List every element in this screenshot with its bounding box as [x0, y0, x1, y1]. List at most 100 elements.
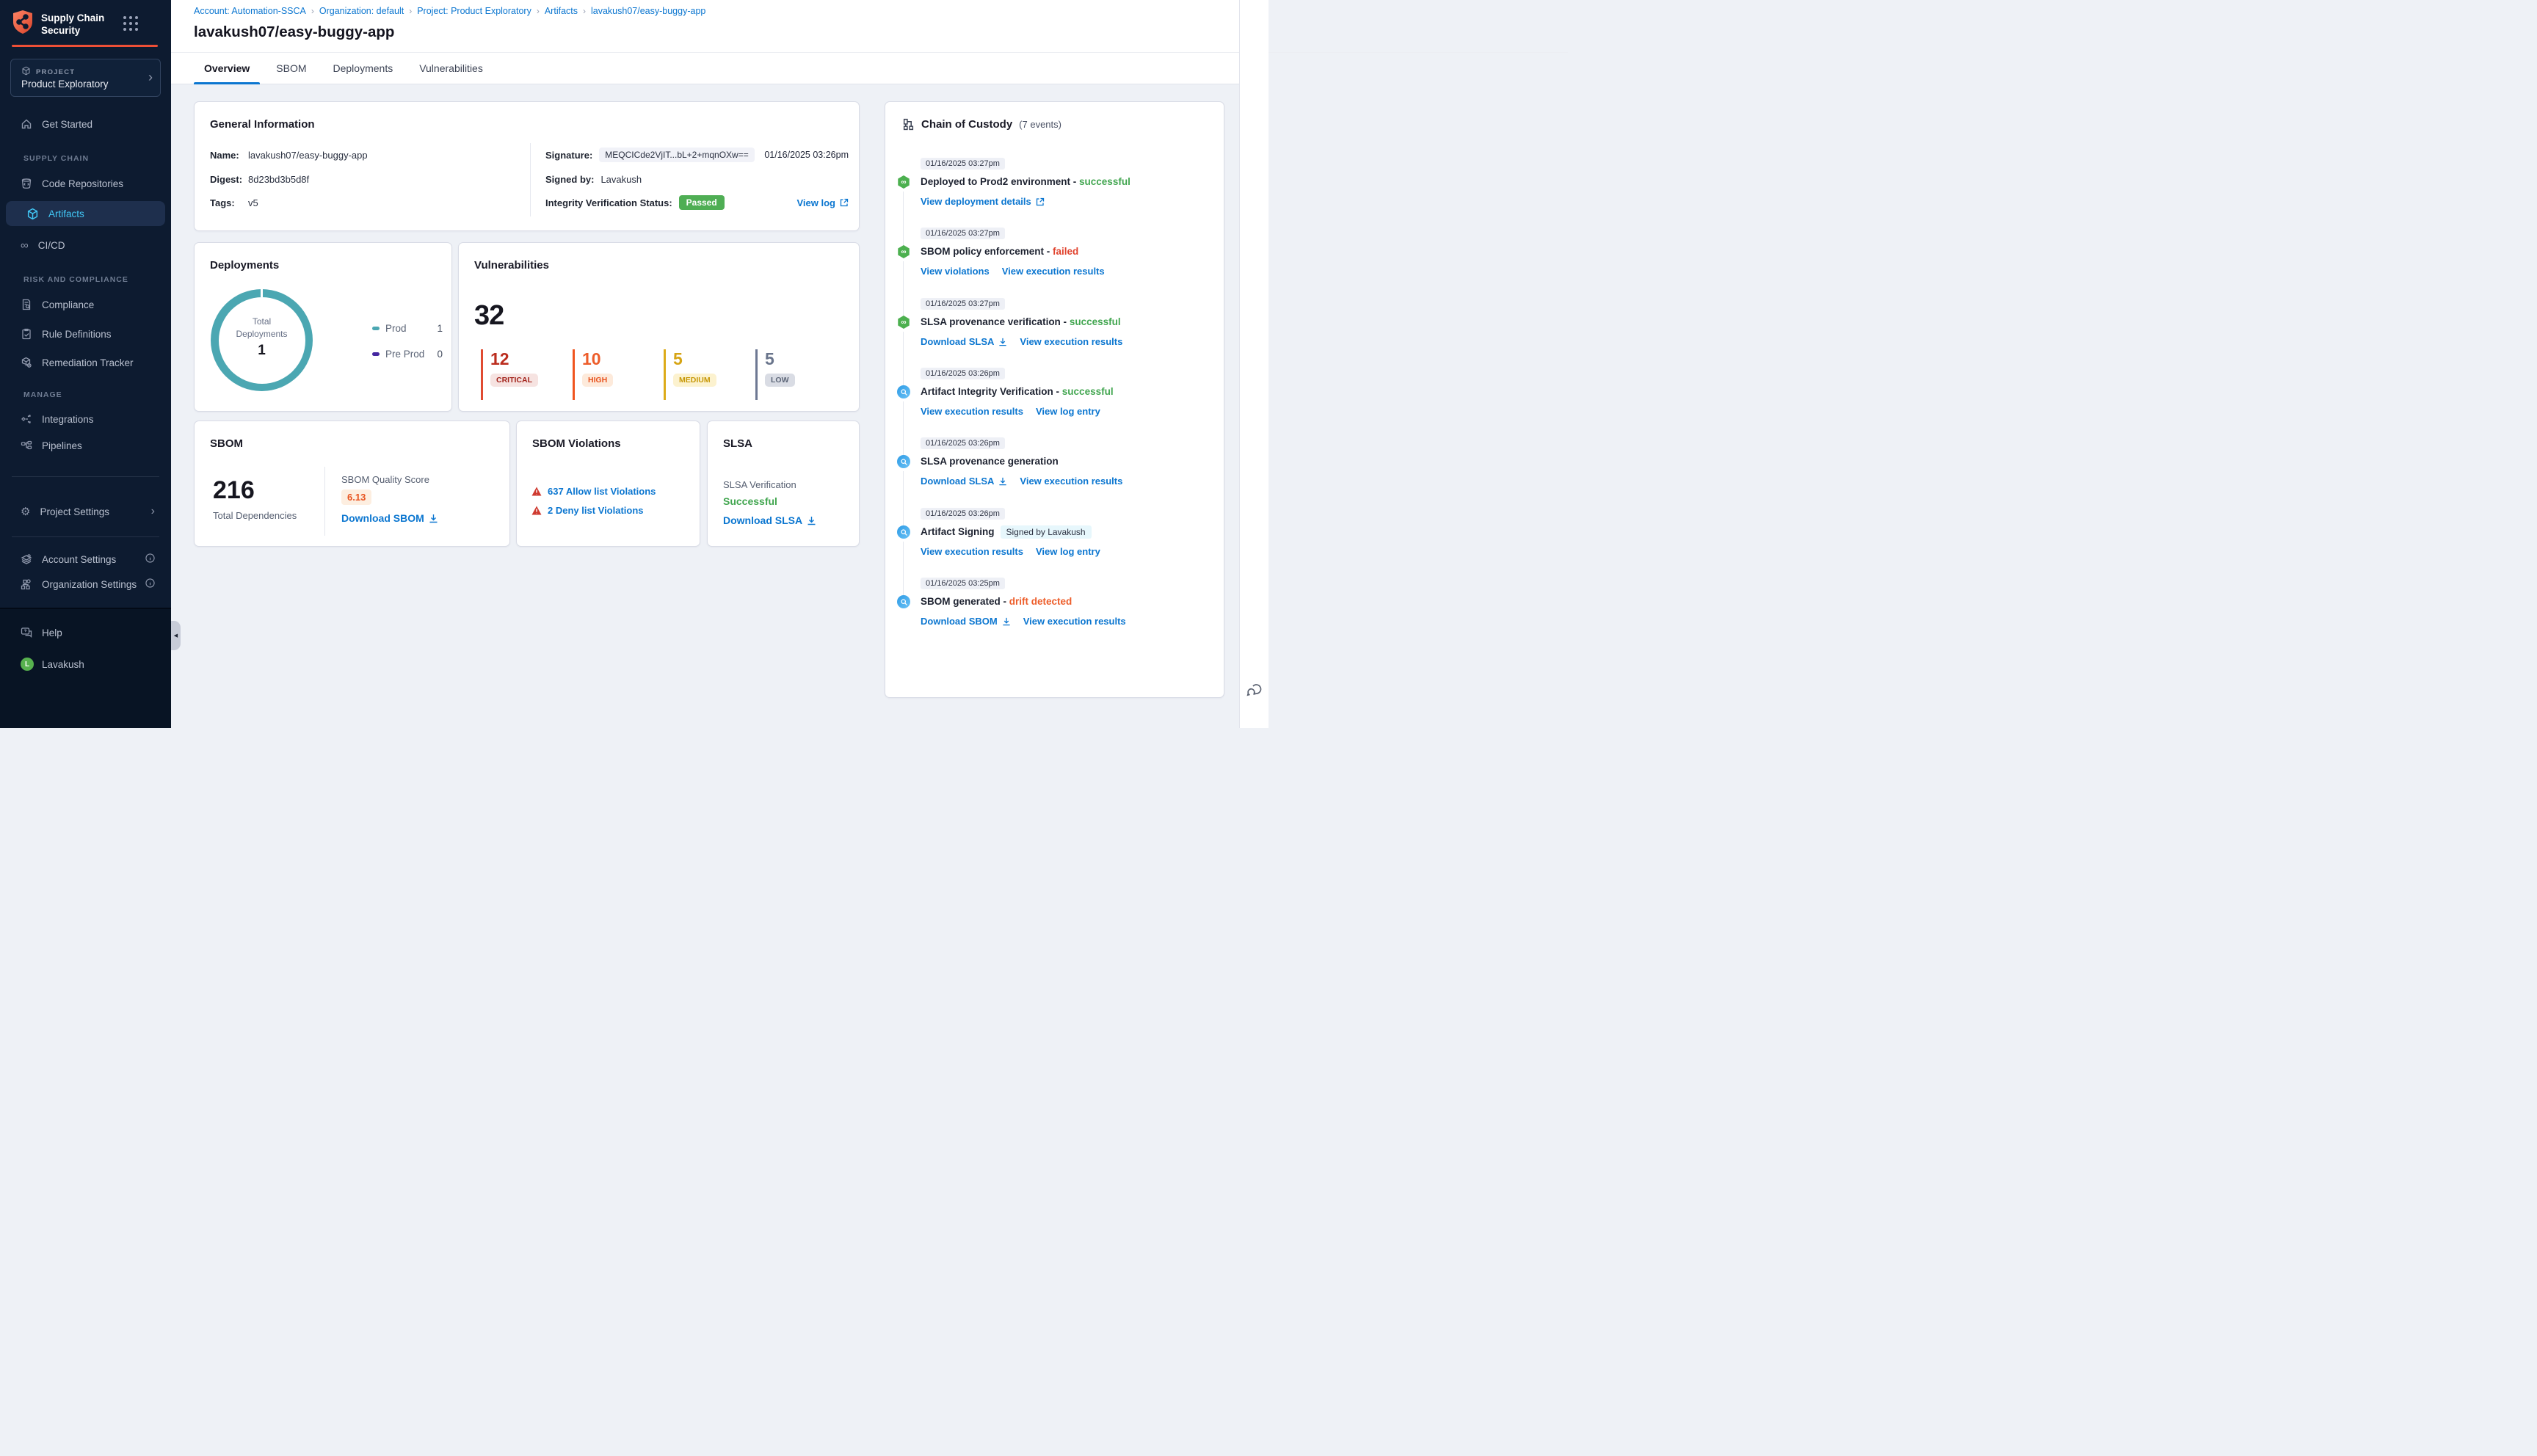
info-icon [145, 553, 155, 565]
sidebar-item-pipelines[interactable]: Pipelines [0, 433, 171, 458]
download-slsa-link[interactable]: Download SLSA [921, 476, 1007, 487]
view-execution-results-link[interactable]: View execution results [1020, 336, 1122, 347]
event-timestamp: 01/16/2025 03:27pm [921, 228, 1005, 239]
signed-by-value: Lavakush [600, 173, 642, 185]
download-icon [807, 516, 816, 525]
card-title: General Information [210, 118, 315, 131]
event-status: successful [1079, 176, 1130, 187]
sidebar-item-project-settings[interactable]: ⚙ Project Settings › [0, 499, 171, 524]
info-icon [145, 578, 155, 590]
download-icon [429, 514, 438, 523]
tab-overview[interactable]: Overview [194, 52, 261, 84]
tab-vulnerabilities[interactable]: Vulnerabilities [409, 52, 493, 84]
event-status: drift detected [1009, 596, 1072, 607]
chain-of-custody-title: Chain of Custody [921, 118, 1013, 131]
chevron-right-icon: › [150, 505, 155, 517]
deny-list-violations-link[interactable]: 2 Deny list Violations [548, 505, 644, 516]
event-timestamp: 01/16/2025 03:25pm [921, 578, 1005, 589]
breadcrumb-project[interactable]: Project: Product Exploratory [417, 6, 531, 16]
breadcrumb-artifacts[interactable]: Artifacts [545, 6, 578, 16]
download-sbom-link[interactable]: Download SBOM [341, 512, 438, 524]
external-link-icon [840, 198, 849, 207]
app-switcher-icon[interactable] [123, 16, 139, 32]
custody-event: 01/16/2025 03:25pm SBOM generated - drif… [885, 578, 1225, 647]
sidebar-item-help[interactable]: Help [0, 620, 171, 645]
integrity-status-label: Integrity Verification Status: [545, 197, 672, 208]
external-link-icon [1036, 197, 1044, 205]
sidebar-item-integrations[interactable]: Integrations [0, 407, 171, 432]
custody-event: 01/16/2025 03:26pm Artifact Signing Signe… [885, 508, 1225, 599]
user-menu[interactable]: L Lavakush [0, 652, 171, 677]
divider [12, 536, 159, 537]
download-slsa-link[interactable]: Download SLSA [723, 514, 816, 526]
download-icon [1003, 617, 1010, 625]
sidebar-collapse-handle[interactable]: ◀ [171, 621, 181, 650]
brand-accent-line [12, 45, 158, 47]
view-log-entry-link[interactable]: View log entry [1036, 546, 1100, 557]
view-violations-link[interactable]: View violations [921, 266, 990, 277]
view-execution-results-link[interactable]: View execution results [921, 406, 1023, 417]
gear-icon: ⚙ [21, 505, 31, 518]
download-slsa-link[interactable]: Download SLSA [921, 336, 1007, 347]
sidebar-item-rule-definitions[interactable]: Rule Definitions [0, 321, 171, 346]
divider [324, 467, 325, 536]
app-title: Supply Chain Security [41, 12, 105, 36]
legend-item-pre-prod: Pre Prod 0 [372, 347, 443, 360]
view-deployment-details-link[interactable]: View deployment details [921, 196, 1045, 207]
sidebar-item-code-repositories[interactable]: Code Repositories [0, 171, 171, 196]
tab-deployments[interactable]: Deployments [323, 52, 404, 84]
slsa-verification-label: SLSA Verification [723, 479, 796, 490]
sidebar-item-organization-settings[interactable]: Organization Settings [0, 572, 171, 597]
breadcrumb-artifact-name[interactable]: lavakush07/easy-buggy-app [591, 6, 705, 16]
custody-event: 01/16/2025 03:27pm ∞ Deployed to Prod2 e… [885, 158, 1225, 249]
event-status: successful [1069, 316, 1121, 327]
breadcrumb-account[interactable]: Account: Automation-SSCA [194, 6, 306, 16]
severity-low: 5 LOW [755, 349, 795, 400]
pipeline-icon: ∞ [898, 245, 910, 258]
sbom-total-label: Total Dependencies [213, 510, 297, 521]
sidebar-footer: Help L Lavakush [0, 608, 171, 728]
allow-list-violations-link[interactable]: 637 Allow list Violations [548, 486, 656, 497]
view-execution-results-link[interactable]: View execution results [1020, 476, 1122, 487]
signature-value-chip[interactable]: MEQCICde2VjIT...bL+2+mqnOXw== [599, 148, 755, 162]
event-timestamp: 01/16/2025 03:27pm [921, 158, 1005, 170]
package-icon [27, 208, 38, 219]
view-execution-results-link[interactable]: View execution results [1023, 616, 1126, 627]
slsa-verification-status: Successful [723, 495, 777, 507]
custody-event: 01/16/2025 03:27pm ∞ SLSA provenance ver… [885, 298, 1225, 389]
tab-sbom[interactable]: SBOM [266, 52, 316, 84]
breadcrumb-organization[interactable]: Organization: default [319, 6, 404, 16]
event-timestamp: 01/16/2025 03:26pm [921, 508, 1005, 520]
sidebar: Supply Chain Security PROJECT Product Ex… [0, 0, 171, 728]
tags-label: Tags: [210, 197, 235, 208]
severity-medium: 5 MEDIUM [664, 349, 716, 400]
event-timestamp: 01/16/2025 03:26pm [921, 368, 1005, 379]
signature-label: Signature: [545, 149, 593, 161]
cube-icon [21, 66, 31, 78]
event-timestamp: 01/16/2025 03:27pm [921, 298, 1005, 310]
sidebar-item-compliance[interactable]: Compliance [0, 292, 171, 317]
sidebar-item-remediation-tracker[interactable]: Remediation Tracker [0, 350, 171, 375]
scan-icon [897, 595, 910, 608]
donut-total-value: 1 [258, 343, 266, 358]
slsa-card: SLSA SLSA Verification Successful Downlo… [707, 421, 860, 547]
severity-high: 10 HIGH [573, 349, 614, 400]
sidebar-item-cicd[interactable]: ∞ CI/CD [0, 233, 171, 258]
vulnerabilities-card: Vulnerabilities 32 12 CRITICAL 10 HIGH 5… [458, 242, 860, 412]
sidebar-item-artifacts[interactable]: Artifacts [6, 201, 165, 226]
view-log-link[interactable]: View log [797, 197, 849, 208]
divider [530, 143, 531, 216]
sbom-quality-score-label: SBOM Quality Score [341, 474, 429, 485]
chain-of-custody-count: (7 events) [1019, 119, 1061, 130]
view-execution-results-link[interactable]: View execution results [921, 546, 1023, 557]
sidebar-item-account-settings[interactable]: Account Settings [0, 547, 171, 572]
sidebar-item-get-started[interactable]: Get Started [0, 112, 171, 136]
feedback-chat-icon[interactable] [1245, 681, 1264, 704]
view-log-entry-link[interactable]: View log entry [1036, 406, 1100, 417]
project-selector[interactable]: PROJECT Product Exploratory › [10, 59, 161, 97]
section-label-manage: MANAGE [23, 390, 62, 399]
view-execution-results-link[interactable]: View execution results [1002, 266, 1105, 277]
signed-by-label: Signed by: [545, 173, 595, 185]
app-logo: Supply Chain Security [12, 10, 104, 38]
download-sbom-link[interactable]: Download SBOM [921, 616, 1011, 627]
